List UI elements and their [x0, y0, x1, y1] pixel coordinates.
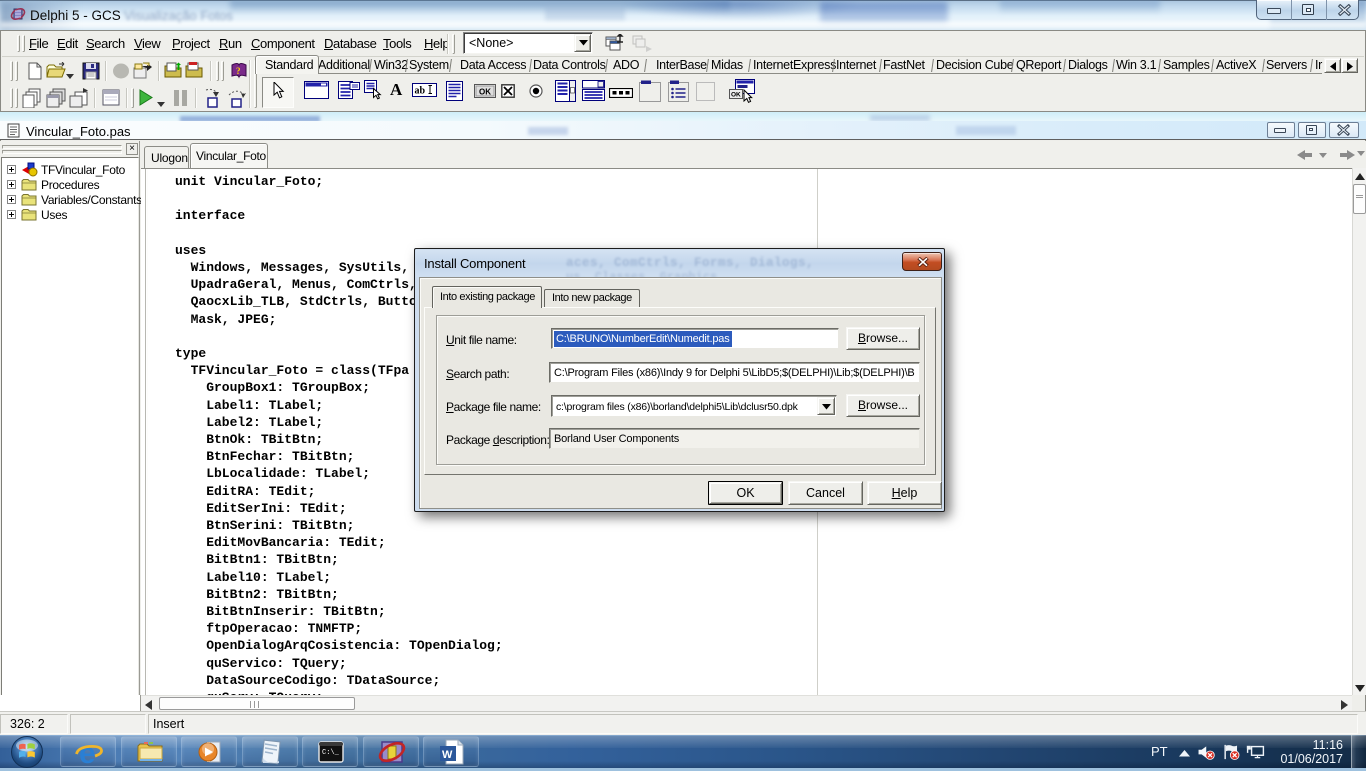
svg-text:C:\_: C:\_: [322, 749, 340, 757]
svg-text:OK: OK: [479, 88, 491, 97]
svg-text:W: W: [442, 749, 453, 761]
svg-text:e: e: [79, 738, 96, 766]
svg-text:?: ?: [236, 66, 241, 76]
svg-text:OK: OK: [731, 92, 741, 99]
svg-text:ab: ab: [415, 86, 426, 97]
